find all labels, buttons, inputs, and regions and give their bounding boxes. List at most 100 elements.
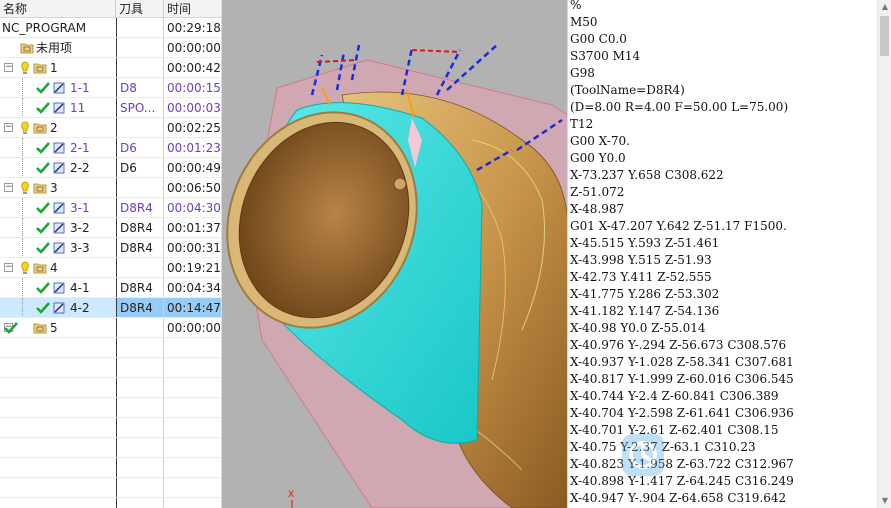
tree-connector: [22, 238, 23, 257]
scroll-up-arrow[interactable]: ▲: [878, 0, 891, 14]
tree-row[interactable]: 未用项 00:00:00: [0, 38, 221, 58]
tree-cell-tool: [117, 318, 163, 337]
tree-cell-name: 2-2: [0, 158, 116, 177]
empty-row: [0, 478, 221, 498]
tree-row[interactable]: − 4 00:19:21: [0, 258, 221, 278]
tree-cell-time: 00:02:25: [167, 121, 221, 135]
tree-cell-time: 00:00:15: [167, 81, 221, 95]
tree-cell-name: 3-3: [0, 238, 116, 257]
tree-row[interactable]: −3 00:06:50: [0, 178, 221, 198]
tree-cell-time: 00:04:34: [167, 281, 221, 295]
nc-code-line: X-40.898 Y-1.417 Z-64.245 C316.249: [570, 474, 794, 488]
graphics-viewport[interactable]: X: [221, 0, 568, 508]
tree-cell-name: −1: [0, 58, 116, 77]
node-label: 5: [50, 321, 58, 335]
nc-code-line: X-40.976 Y-.294 Z-56.673 C308.576: [570, 338, 787, 352]
nc-code-line: T12: [570, 117, 594, 131]
tree-cell-tool: [117, 38, 163, 57]
tree-connector: [22, 158, 23, 177]
nc-code-line: X-45.515 Y.593 Z-51.461: [570, 236, 720, 250]
tree-cell-time: 00:00:49: [167, 161, 221, 175]
tree-connector: [22, 278, 23, 297]
nc-code-line: X-43.998 Y.515 Z-51.93: [570, 253, 712, 267]
nc-code-line: %: [570, 0, 582, 12]
nc-code-line: X-41.775 Y.286 Z-53.302: [570, 287, 720, 301]
tree-row[interactable]: 3-2 D8R4 00:01:37: [0, 218, 221, 238]
column-header-time[interactable]: 时间: [164, 0, 221, 18]
node-label: 3: [50, 181, 58, 195]
tree-cell-time: 00:00:00: [167, 321, 221, 335]
empty-row: [0, 358, 221, 378]
operation-icon: [53, 162, 65, 174]
tree-cell-name: 未用项: [0, 38, 116, 57]
axis-label-x: X: [288, 490, 294, 500]
tree-cell-time: 00:00:42: [167, 61, 221, 75]
tree-cell-name: 3-1: [0, 198, 116, 217]
tree-row[interactable]: −1 00:00:42: [0, 58, 221, 78]
tree-row[interactable]: 4-2 D8R4 00:14:47: [0, 298, 221, 318]
tree-cell-tool: [117, 18, 163, 37]
tree-cell-tool: D8R4: [117, 298, 163, 317]
expand-toggle[interactable]: −: [4, 123, 13, 132]
tree-row[interactable]: 4-1 D8R4 00:04:34: [0, 278, 221, 298]
tree-cell-time: 00:00:00: [167, 41, 221, 55]
column-header-name[interactable]: 名称: [0, 0, 116, 18]
code-scrollbar[interactable]: ▲ ▼: [877, 0, 891, 508]
nc-code-panel[interactable]: % M50 G00 C0.0 S3700 M14 G98 (ToolName=D8R4) (…: [567, 0, 878, 508]
tree-cell-time: 00:01:37: [167, 221, 221, 235]
node-label: 2-1: [70, 141, 90, 155]
tree-row[interactable]: 2-1 D6 00:01:23: [0, 138, 221, 158]
complete-check-icon: [4, 322, 18, 334]
nc-code-line: X-73.237 Y.658 C308.622: [570, 168, 724, 182]
program-folder-icon: [33, 183, 47, 194]
node-label: 4: [50, 261, 58, 275]
tree-row[interactable]: 3-1 D8R4 00:04:30: [0, 198, 221, 218]
tree-cell-name: −2: [0, 118, 116, 137]
tree-connector: [22, 198, 23, 217]
tree-row[interactable]: −5 00:00:00: [0, 318, 221, 338]
operation-icon: [53, 142, 65, 154]
expand-toggle[interactable]: −: [4, 183, 13, 192]
expand-toggle[interactable]: −: [4, 263, 13, 272]
empty-row: [0, 458, 221, 478]
tree-cell-time: 00:29:18: [167, 21, 221, 35]
nc-code-line: G00 C0.0: [570, 32, 627, 46]
empty-row: [0, 398, 221, 418]
warning-bulb-icon: [21, 181, 29, 194]
tree-row[interactable]: NC_PROGRAM 00:29:18: [0, 18, 221, 38]
tree-cell-time: 00:00:03: [167, 101, 221, 115]
nc-code-line: M50: [570, 15, 598, 29]
complete-check-icon: [36, 242, 50, 254]
nc-code-line: Z-51.072: [570, 185, 625, 199]
tree-row[interactable]: 3-3 D8R4 00:00:31: [0, 238, 221, 258]
tree-cell-name: 4-2: [0, 298, 116, 317]
nc-code-line: G00 Y0.0: [570, 151, 626, 165]
column-header-tool[interactable]: 刀具: [116, 0, 164, 18]
tree-row[interactable]: 2-2 D6 00:00:49: [0, 158, 221, 178]
node-label: 3-1: [70, 201, 90, 215]
scroll-down-arrow[interactable]: ▼: [878, 494, 891, 508]
tree-row[interactable]: 11 SPO... 00:00:03: [0, 98, 221, 118]
tree-cell-tool: [117, 178, 163, 197]
expand-toggle[interactable]: −: [4, 63, 13, 72]
scroll-thumb[interactable]: [880, 16, 889, 56]
tree-cell-tool: [117, 58, 163, 77]
node-label: 2-2: [70, 161, 90, 175]
nc-code-line: S3700 M14: [570, 49, 641, 63]
complete-check-icon: [36, 202, 50, 214]
empty-row: [0, 418, 221, 438]
tree-cell-name: −3: [0, 178, 116, 197]
tree-cell-tool: SPO...: [120, 101, 156, 115]
tree-cell-tool: D6: [120, 141, 137, 155]
tree-row[interactable]: −2 00:02:25: [0, 118, 221, 138]
nc-code-line: (D=8.00 R=4.00 F=50.00 L=75.00): [570, 100, 789, 114]
complete-check-icon: [36, 302, 50, 314]
tree-cell-name: NC_PROGRAM: [0, 18, 116, 37]
tree-row[interactable]: 1-1 D8 00:00:15: [0, 78, 221, 98]
operation-icon: [53, 302, 65, 314]
nc-code-line: X-48.987: [570, 202, 625, 216]
empty-row: [0, 438, 221, 458]
tree-cell-time: 00:19:21: [167, 261, 221, 275]
complete-check-icon: [36, 82, 50, 94]
nc-code-line: G01 X-47.207 Y.642 Z-51.17 F1500.: [570, 219, 787, 233]
